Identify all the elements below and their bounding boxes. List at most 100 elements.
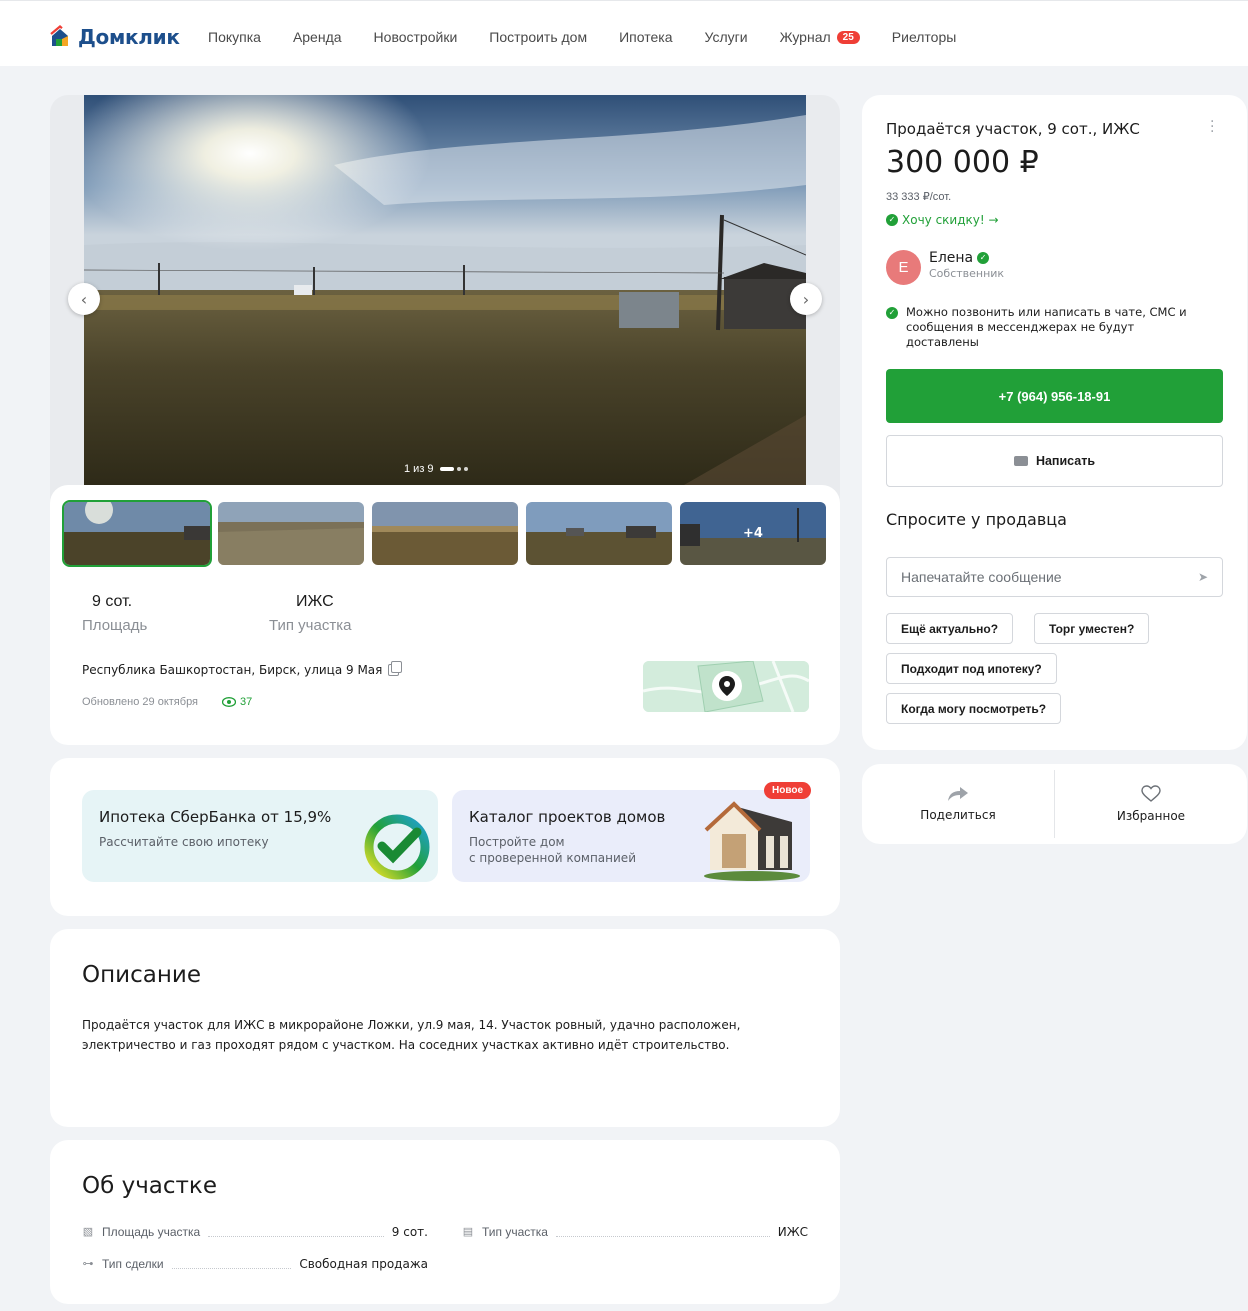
ask-seller-title: Спросите у продавца xyxy=(886,510,1067,529)
more-photos-label: +4 xyxy=(680,502,826,565)
call-button[interactable]: +7 (964) 956-18-91 xyxy=(886,369,1223,423)
catalog-promo-subtitle-line1: Постройте дом xyxy=(469,835,565,849)
nav-item-realtors[interactable]: Риелторы xyxy=(892,29,957,45)
discount-label: Хочу скидку! → xyxy=(902,213,999,227)
listing-price: 300 000 ₽ xyxy=(886,145,1039,180)
chevron-right-icon: › xyxy=(802,289,810,309)
prop-deal-type-value: Свободная продажа xyxy=(299,1257,428,1271)
photo-dots xyxy=(439,467,468,471)
main-nav: Покупка Аренда Новостройки Построить дом… xyxy=(208,29,988,45)
quick-question-still-actual[interactable]: Ещё актуально? xyxy=(886,613,1014,644)
prop-deal-type: ⊶ Тип сделки Свободная продажа xyxy=(82,1257,429,1271)
seller-contact-card: Продаётся участок, 9 сот., ИЖС · · · 300 0… xyxy=(862,95,1247,750)
seller-info[interactable]: Е Елена ✓ Собственник xyxy=(886,250,1004,285)
nav-item-build-house[interactable]: Построить дом xyxy=(489,29,587,45)
description-card: Описание Продаётся участок для ИЖС в мик… xyxy=(50,929,840,1127)
catalog-promo-subtitle: Постройте дом с проверенной компанией xyxy=(469,834,636,866)
heart-icon xyxy=(1141,785,1161,802)
gallery-next-button[interactable]: › xyxy=(790,283,822,315)
write-message-label: Написать xyxy=(1035,454,1096,468)
nav-item-mortgage[interactable]: Ипотека xyxy=(619,29,672,45)
favorite-label: Избранное xyxy=(1116,809,1186,823)
quick-question-viewing[interactable]: Когда могу посмотреть? xyxy=(886,693,1062,724)
price-per-unit: 33 333 ₽/сот. xyxy=(886,191,952,203)
nav-item-journal-label: Журнал xyxy=(779,29,831,45)
about-plot-title: Об участке xyxy=(82,1173,217,1199)
prop-area-label: Площадь участка xyxy=(102,1225,201,1239)
mortgage-promo-title: Ипотека СберБанка от 15,9% xyxy=(99,808,332,826)
main-photo[interactable] xyxy=(84,95,806,485)
house-catalog-promo[interactable]: Каталог проектов домов Постройте дом с п… xyxy=(452,790,810,882)
share-button[interactable]: Поделиться xyxy=(862,764,1054,844)
seller-role: Собственник xyxy=(929,267,1005,280)
plot-type-value: ИЖС xyxy=(296,593,334,610)
catalog-promo-subtitle-line2: с проверенной компанией xyxy=(469,851,636,865)
listing-title: Продаётся участок, 9 сот., ИЖС xyxy=(886,120,1140,138)
listing-summary-card: +4 9 сот. Площадь ИЖС Тип участка Респуб… xyxy=(50,485,840,745)
quick-question-mortgage[interactable]: Подходит под ипотеку? xyxy=(886,653,1057,684)
listing-meta: Обновлено 29 октября 37 xyxy=(82,696,252,708)
nav-item-new-buildings[interactable]: Новостройки xyxy=(374,29,458,45)
thumbnail-4[interactable] xyxy=(526,502,672,565)
photo-counter-text: 1 из 9 xyxy=(404,463,434,475)
contact-notice-text: Можно позвонить или написать в чате, СМС… xyxy=(906,305,1187,349)
prop-plot-type-value: ИЖС xyxy=(777,1225,808,1239)
check-circle-icon: ✓ xyxy=(886,214,898,226)
plot-type-icon: ▤ xyxy=(462,1226,474,1238)
gallery-prev-button[interactable]: ‹ xyxy=(68,283,100,315)
chevron-left-icon: ‹ xyxy=(80,289,88,309)
dotted-leader xyxy=(171,1259,292,1269)
catalog-promo-title: Каталог проектов домов xyxy=(469,808,666,826)
favorite-button[interactable]: Избранное xyxy=(1055,764,1247,844)
dotted-leader xyxy=(555,1227,770,1237)
nav-item-buy[interactable]: Покупка xyxy=(208,29,261,45)
area-value: 9 сот. xyxy=(92,593,133,610)
write-message-button[interactable]: Написать xyxy=(886,435,1223,487)
map-preview[interactable] xyxy=(643,661,809,712)
eye-icon xyxy=(222,697,237,707)
prop-plot-type: ▤ Тип участка ИЖС xyxy=(462,1225,808,1239)
photo-counter: 1 из 9 xyxy=(396,459,476,479)
thumbnail-3[interactable] xyxy=(372,502,518,565)
domclick-logo[interactable]: Домклик xyxy=(48,25,180,49)
logo-house-icon xyxy=(48,25,72,49)
discount-link[interactable]: ✓ Хочу скидку! → xyxy=(886,213,999,227)
seller-name: Елена xyxy=(929,250,974,266)
share-arrow-icon xyxy=(948,787,968,801)
chat-icon xyxy=(1013,456,1028,466)
thumbnail-2[interactable] xyxy=(218,502,364,565)
plot-type-stat: ИЖС Тип участка xyxy=(269,593,351,634)
promo-card: Ипотека СберБанка от 15,9% Рассчитайте с… xyxy=(50,758,840,916)
more-menu-icon[interactable]: · · · xyxy=(1210,115,1214,139)
thumbnail-1[interactable] xyxy=(62,500,212,567)
message-input[interactable] xyxy=(901,569,1198,585)
mortgage-promo[interactable]: Ипотека СберБанка от 15,9% Рассчитайте с… xyxy=(82,790,438,882)
views-count: 37 xyxy=(222,696,252,708)
views-value: 37 xyxy=(240,696,253,708)
nav-item-rent[interactable]: Аренда xyxy=(293,29,342,45)
copy-icon[interactable] xyxy=(388,661,403,676)
share-favorite-card: Поделиться Избранное xyxy=(862,764,1247,844)
message-field: ➤ xyxy=(886,557,1223,597)
updated-date: Обновлено 29 октября xyxy=(82,696,199,708)
area-label: Площадь xyxy=(82,617,148,634)
thumbnail-5[interactable]: +4 xyxy=(680,502,826,565)
address-text: Республика Башкортостан, Бирск, улица 9 … xyxy=(82,663,383,677)
address: Республика Башкортостан, Бирск, улица 9 … xyxy=(82,661,403,677)
nav-item-services[interactable]: Услуги xyxy=(705,29,748,45)
nav-item-journal[interactable]: Журнал 25 xyxy=(780,29,860,45)
house-illustration-icon xyxy=(704,801,800,881)
thumbnail-strip: +4 xyxy=(62,500,826,567)
description-title: Описание xyxy=(82,962,201,988)
sber-logo-icon xyxy=(364,814,430,880)
contact-notice: ✓ Можно позвонить или написать в чате, С… xyxy=(886,305,1206,350)
shield-check-icon: ✓ xyxy=(886,307,898,319)
verified-icon: ✓ xyxy=(977,252,990,264)
quick-question-bargain[interactable]: Торг уместен? xyxy=(1034,613,1150,644)
share-label: Поделиться xyxy=(920,808,996,822)
prop-deal-type-label: Тип сделки xyxy=(102,1257,164,1271)
journal-badge: 25 xyxy=(836,30,860,44)
send-icon[interactable]: ➤ xyxy=(1198,570,1208,584)
area-stat: 9 сот. Площадь xyxy=(82,593,147,634)
prop-area: ▧ Площадь участка 9 сот. xyxy=(82,1225,428,1239)
